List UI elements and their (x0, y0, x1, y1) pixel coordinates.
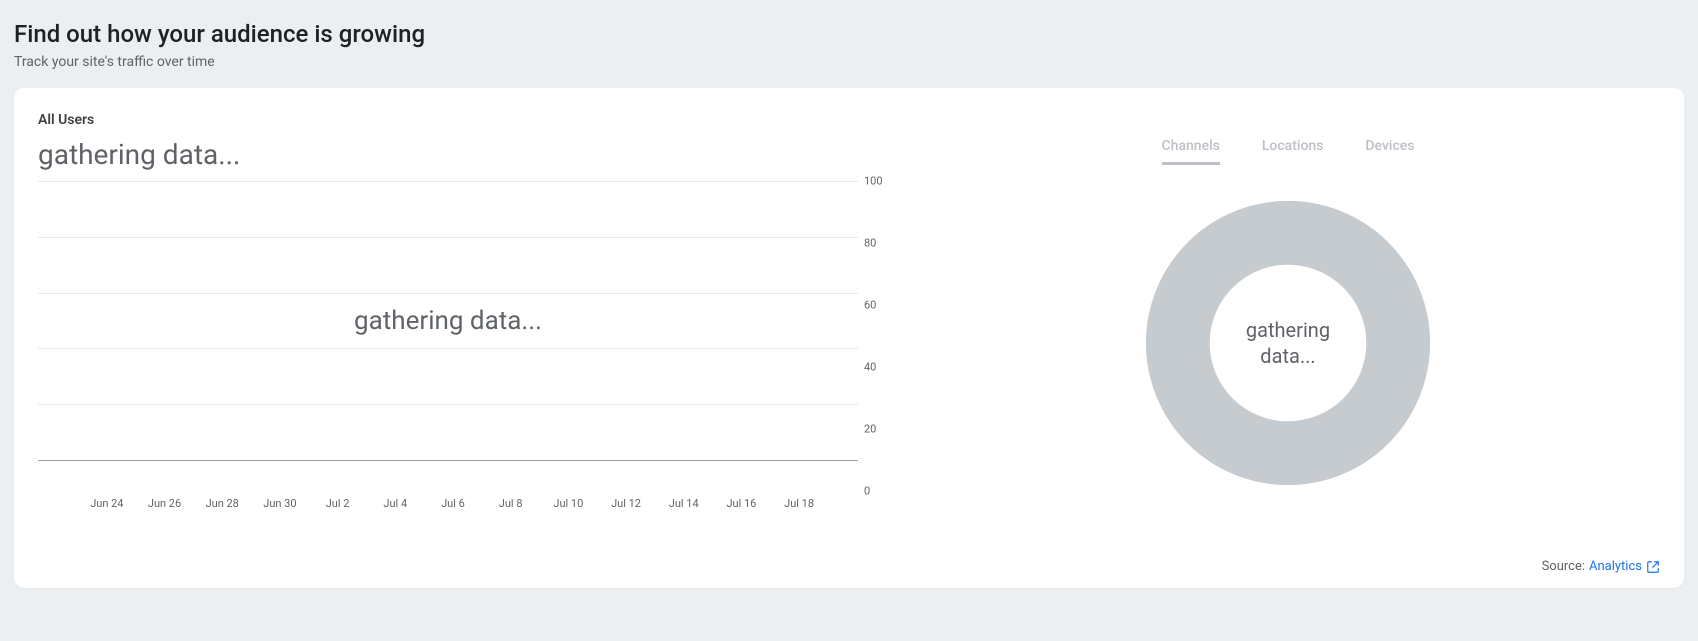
y-tick: 100 (864, 175, 883, 188)
y-tick: 80 (864, 237, 876, 250)
x-tick: Jun 30 (251, 497, 309, 510)
donut-chart: gathering data... (1143, 198, 1433, 488)
page-subtitle: Track your site's traffic over time (14, 54, 1684, 70)
source-prefix: Source: (1542, 559, 1585, 574)
line-chart-plot: gathering data... 100 80 60 40 20 0 (38, 181, 908, 491)
section-title-all-users: All Users (38, 112, 1660, 128)
source-row: Source: Analytics (1542, 559, 1660, 574)
x-tick: Jun 26 (136, 497, 194, 510)
x-tick: Jul 4 (366, 497, 424, 510)
line-chart-loading-overlay: gathering data... (38, 181, 858, 460)
y-tick: 0 (864, 485, 870, 498)
tab-devices[interactable]: Devices (1365, 138, 1414, 165)
x-tick: Jul 8 (482, 497, 540, 510)
source-analytics-link[interactable]: Analytics (1589, 559, 1660, 574)
x-tick: Jul 14 (655, 497, 713, 510)
x-tick: Jun 24 (78, 497, 136, 510)
x-tick: Jun 28 (193, 497, 251, 510)
line-chart-panel: gathering data... gathering data... 100 … (38, 136, 908, 546)
tab-locations[interactable]: Locations (1262, 138, 1324, 165)
line-chart-y-axis: 100 80 60 40 20 0 (858, 181, 888, 491)
x-tick: Jul 12 (597, 497, 655, 510)
y-tick: 20 (864, 423, 876, 436)
x-tick: Jul 6 (424, 497, 482, 510)
donut-loading-label: gathering data... (1143, 198, 1433, 488)
breakdown-tabs: Channels Locations Devices (1048, 138, 1528, 165)
x-tick: Jul 16 (713, 497, 771, 510)
analytics-card: All Users gathering data... gathering da… (14, 88, 1684, 588)
source-link-label: Analytics (1589, 559, 1642, 574)
line-chart-x-axis: Jun 24 Jun 26 Jun 28 Jun 30 Jul 2 Jul 4 … (38, 497, 858, 510)
y-tick: 60 (864, 299, 876, 312)
line-chart-plot-area: gathering data... (38, 181, 858, 461)
donut-chart-panel: Channels Locations Devices gathering dat… (1048, 136, 1528, 546)
tab-channels[interactable]: Channels (1162, 138, 1220, 165)
y-tick: 40 (864, 361, 876, 374)
external-link-icon (1646, 560, 1660, 574)
x-tick: Jul 2 (309, 497, 367, 510)
x-tick: Jul 18 (770, 497, 828, 510)
line-chart-loading-heading: gathering data... (38, 138, 908, 171)
page-title: Find out how your audience is growing (14, 20, 1684, 48)
x-tick: Jul 10 (540, 497, 598, 510)
